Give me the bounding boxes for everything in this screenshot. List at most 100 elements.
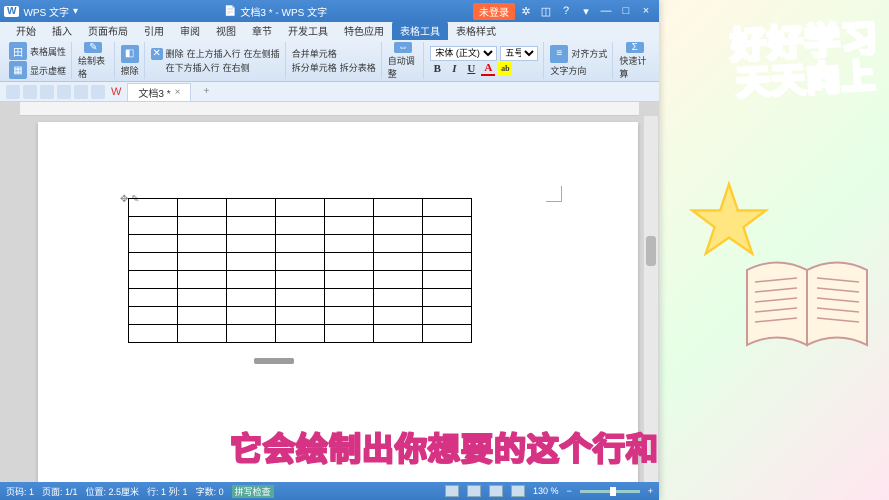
ribbon-group-erase: ◧ 擦除	[116, 42, 145, 79]
autofit-label[interactable]: 自动调整	[388, 54, 419, 80]
autofit-icon[interactable]: ⇔	[394, 42, 412, 53]
doc-tab[interactable]: 文档3 * ×	[127, 83, 191, 101]
qat-print-icon[interactable]	[57, 85, 71, 99]
tab-special[interactable]: 特色应用	[336, 21, 392, 40]
qat-more-icon[interactable]	[91, 85, 105, 99]
calc-label[interactable]: 快速计算	[619, 54, 650, 80]
tab-section[interactable]: 章节	[244, 21, 280, 40]
book-icon	[737, 250, 877, 360]
ribbon-tabs: 开始 插入 页面布局 引用 审阅 视图 章节 开发工具 特色应用 表格工具 表格…	[0, 22, 659, 40]
ribbon-group-draw: ✎ 绘制表格	[73, 42, 115, 79]
login-button[interactable]: 未登录	[473, 3, 515, 20]
status-page-number[interactable]: 页码: 1	[6, 485, 34, 498]
status-bar: 页码: 1 页面: 1/1 位置: 2.5厘米 行: 1 列: 1 字数: 0 …	[0, 482, 659, 500]
eraser-icon[interactable]: ◧	[121, 45, 139, 63]
tab-reference[interactable]: 引用	[136, 21, 172, 40]
window-title: 文档3 * - WPS 文字	[240, 4, 327, 19]
gear-icon[interactable]: ✲	[517, 3, 535, 19]
table-resize-handle-icon[interactable]	[254, 358, 294, 364]
delete-icon[interactable]: ✕	[151, 48, 163, 60]
insert-left-label[interactable]: 在左侧插	[244, 47, 280, 60]
qat-save-icon[interactable]	[6, 85, 20, 99]
ribbon-group-font: 宋体 (正文) 五号 B I U A ab	[425, 42, 544, 79]
align-icon[interactable]: ≡	[550, 45, 568, 63]
insert-right-label[interactable]: 在右侧	[223, 61, 250, 74]
qat-preview-icon[interactable]	[74, 85, 88, 99]
align-label[interactable]: 对齐方式	[571, 47, 607, 60]
ribbon-group-props: 田表格属性 ▦显示虚框	[4, 42, 72, 79]
tab-table-style[interactable]: 表格样式	[448, 21, 504, 40]
tab-developer[interactable]: 开发工具	[280, 21, 336, 40]
font-family-select[interactable]: 宋体 (正文)	[430, 46, 497, 61]
tab-view[interactable]: 视图	[208, 21, 244, 40]
tab-insert[interactable]: 插入	[44, 21, 80, 40]
titlebar-right: 未登录 ✲ ◫ ? ▾ — □ ×	[473, 3, 655, 20]
calc-icon[interactable]: Σ	[626, 42, 644, 53]
highlight-button[interactable]: ab	[498, 62, 512, 76]
table-props-icon[interactable]: 田	[9, 42, 27, 60]
status-page-of[interactable]: 页面: 1/1	[42, 485, 78, 498]
tab-table-tools[interactable]: 表格工具	[392, 21, 448, 40]
insert-above-label[interactable]: 在上方插入行	[187, 47, 241, 60]
ribbon-group-merge: 合并单元格 拆分单元格 拆分表格	[287, 42, 382, 79]
titlebar-left: W WPS 文字 ▾	[4, 4, 78, 19]
bold-button[interactable]: B	[430, 62, 444, 76]
font-size-select[interactable]: 五号	[500, 46, 538, 61]
split-cells-label[interactable]: 拆分单元格	[292, 61, 337, 74]
insert-below-label[interactable]: 在下方插入行	[166, 61, 220, 74]
qat-undo-icon[interactable]	[23, 85, 37, 99]
status-spellcheck[interactable]: 拼写检查	[232, 485, 274, 498]
status-line-col[interactable]: 行: 1 列: 1	[147, 485, 188, 498]
italic-button[interactable]: I	[447, 62, 461, 76]
tab-layout[interactable]: 页面布局	[80, 21, 136, 40]
zoom-slider[interactable]	[580, 490, 640, 493]
view-mode-1-icon[interactable]	[445, 485, 459, 497]
ribbon-group-calc: Σ 快速计算	[614, 42, 655, 79]
view-mode-3-icon[interactable]	[489, 485, 503, 497]
delete-label[interactable]: 删除	[166, 47, 184, 60]
maximize-button[interactable]: □	[617, 3, 635, 19]
status-position[interactable]: 位置: 2.5厘米	[86, 485, 140, 498]
draw-table-icon[interactable]: ✎	[84, 42, 102, 53]
status-word-count[interactable]: 字数: 0	[196, 485, 224, 498]
slogan-line2: 天天向上	[731, 58, 881, 103]
eraser-label[interactable]: 擦除	[121, 64, 139, 77]
tab-review[interactable]: 审阅	[172, 21, 208, 40]
draw-table-label[interactable]: 绘制表格	[78, 54, 109, 80]
minimize-button[interactable]: —	[597, 3, 615, 19]
scrollbar-thumb[interactable]	[646, 236, 656, 266]
qat-redo-icon[interactable]	[40, 85, 54, 99]
ribbon-group-autofit: ⇔ 自动调整	[383, 42, 425, 79]
zoom-in-button[interactable]: +	[648, 486, 653, 496]
new-doc-button[interactable]: +	[197, 86, 215, 97]
menu-icon[interactable]: ▾	[577, 3, 595, 19]
doc-header: W 文档3 * × +	[0, 82, 659, 102]
quick-access-toolbar	[6, 85, 105, 99]
skin-icon[interactable]: ◫	[537, 3, 555, 19]
text-direction-label[interactable]: 文字方向	[550, 64, 586, 77]
doc-tab-close-icon[interactable]: ×	[175, 87, 181, 98]
doc-tab-label: 文档3 *	[138, 85, 170, 100]
split-table-label[interactable]: 拆分表格	[340, 61, 376, 74]
app-dropdown-icon[interactable]: ▾	[73, 6, 78, 17]
help-icon[interactable]: ?	[557, 3, 575, 19]
page-corner-mark-icon	[546, 186, 562, 202]
tab-start[interactable]: 开始	[8, 21, 44, 40]
ruler-horizontal[interactable]	[20, 102, 639, 116]
titlebar-center: 📄 文档3 * - WPS 文字	[84, 4, 467, 19]
underline-button[interactable]: U	[464, 62, 478, 76]
close-button[interactable]: ×	[637, 3, 655, 19]
merge-cells-label[interactable]: 合并单元格	[292, 47, 337, 60]
video-subtitle: 它会绘制出你想要的这个行和	[230, 424, 659, 470]
zoom-label[interactable]: 130 %	[533, 486, 559, 496]
view-mode-4-icon[interactable]	[511, 485, 525, 497]
show-grid-label[interactable]: 显示虚框	[30, 64, 66, 77]
star-icon	[689, 180, 769, 260]
font-color-button[interactable]: A	[481, 62, 495, 76]
show-grid-icon[interactable]: ▦	[9, 61, 27, 79]
zoom-out-button[interactable]: −	[566, 486, 571, 496]
document-table[interactable]	[128, 198, 472, 343]
table-props-label[interactable]: 表格属性	[30, 45, 66, 58]
app-badge-icon: W	[4, 6, 19, 17]
view-mode-2-icon[interactable]	[467, 485, 481, 497]
